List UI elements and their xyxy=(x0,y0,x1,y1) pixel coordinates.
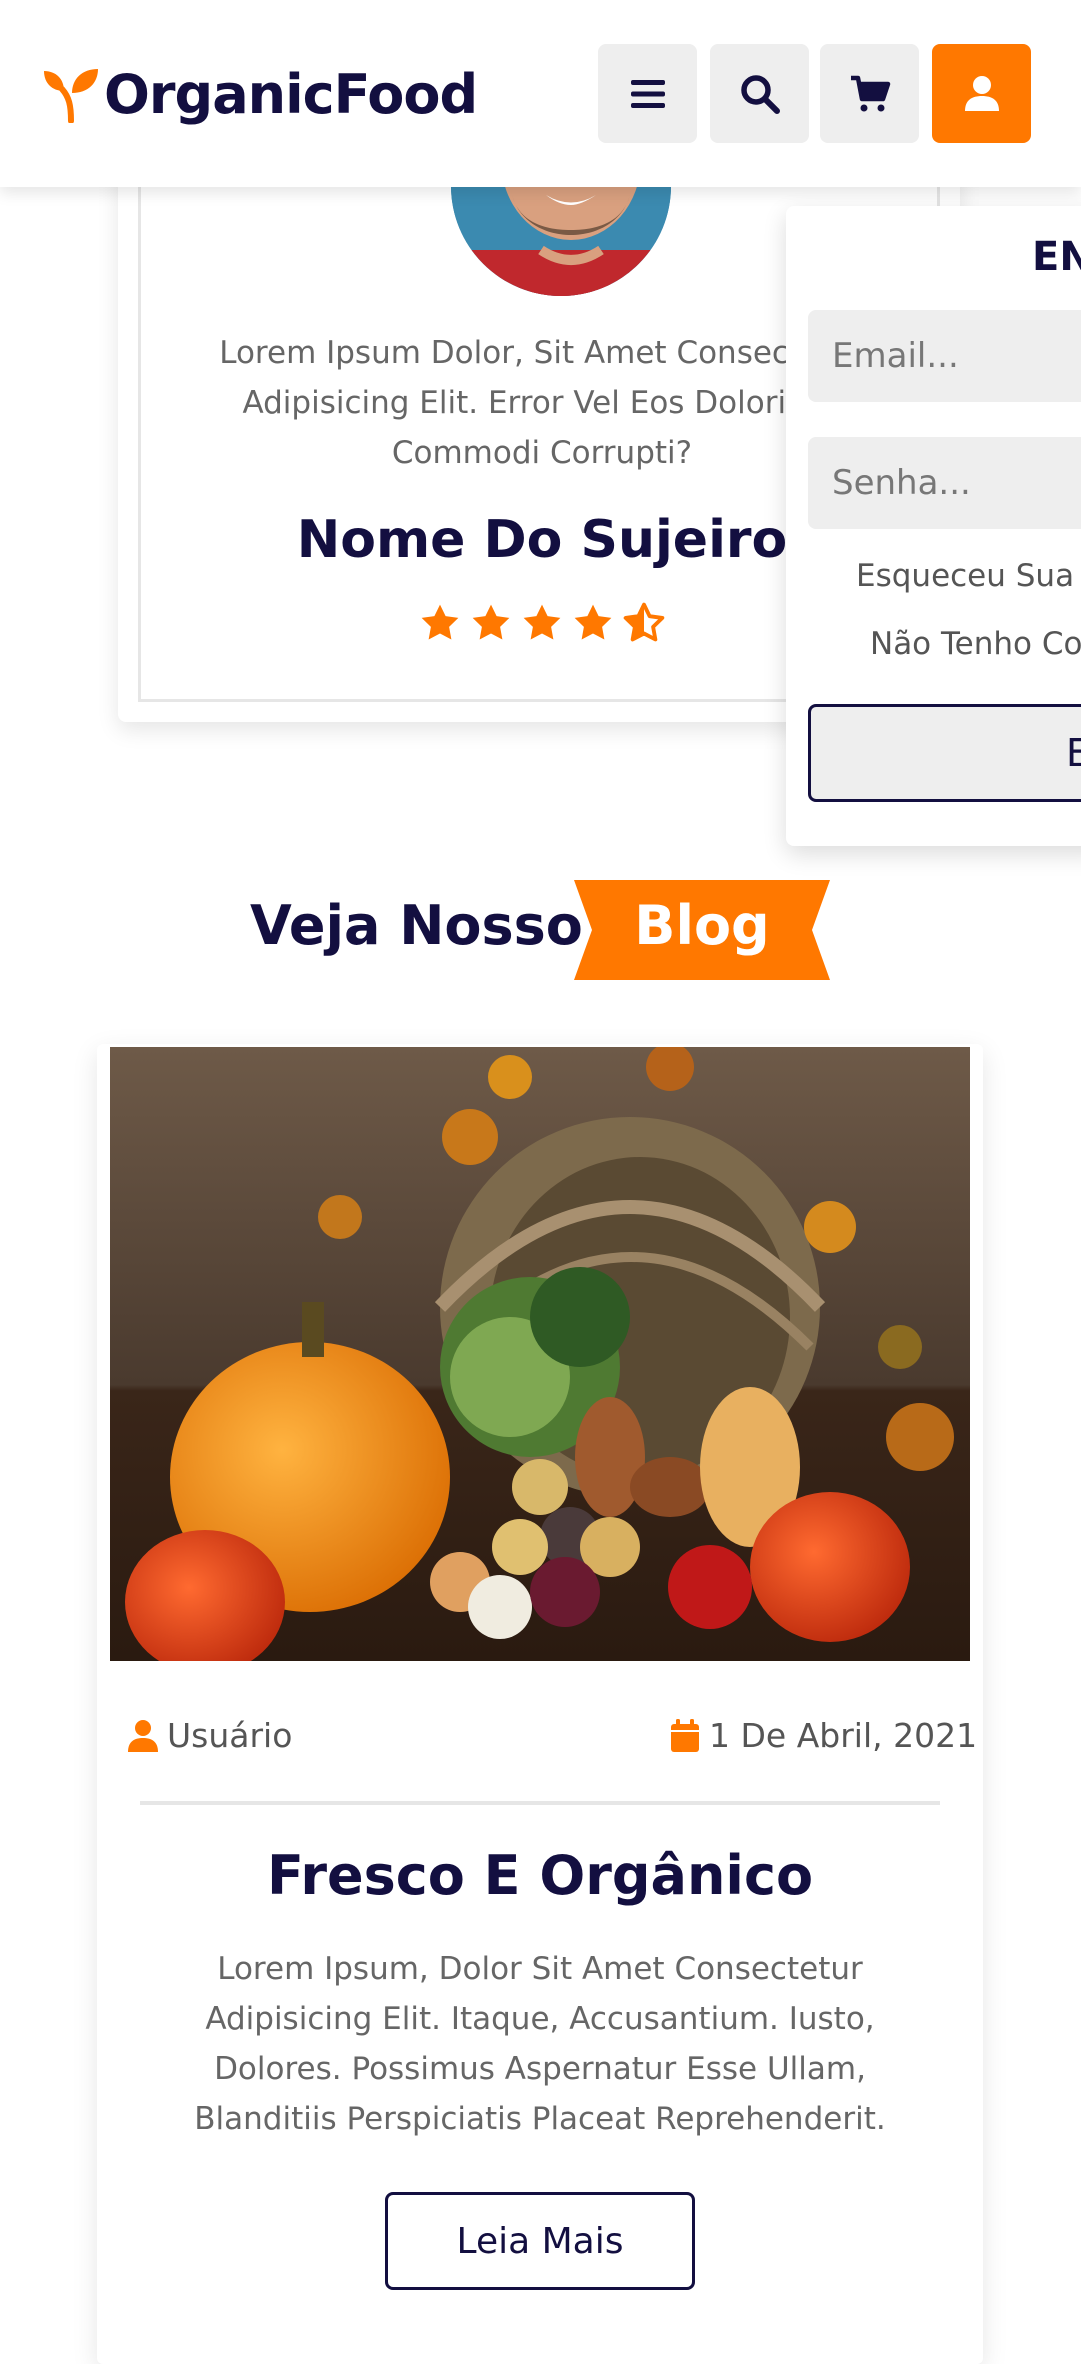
blog-heading: Veja Nosso Blog xyxy=(0,880,1081,980)
menu-icon xyxy=(630,79,665,108)
login-form: ENTRAR Esqueceu Sua Senha? Não Tenho Con… xyxy=(786,206,1081,846)
register-link[interactable]: Não Tenho Conta? xyxy=(870,626,1081,662)
blog-heading-text: Veja Nosso xyxy=(250,894,583,957)
cart-icon xyxy=(850,75,890,111)
post-date: 1 De Abril, 2021 xyxy=(669,1716,977,1755)
password-field[interactable] xyxy=(808,437,1081,529)
user-icon xyxy=(964,75,999,111)
blog-post-card: Usuário 1 De Abril, 2021 Fresco E Orgâni… xyxy=(97,1044,983,2364)
cart-button[interactable] xyxy=(820,44,919,143)
brand-name: OrganicFood xyxy=(104,62,478,126)
forgot-password-link[interactable]: Esqueceu Sua Senha? xyxy=(856,558,1081,594)
post-title: Fresco E Orgânico xyxy=(266,1844,814,1907)
star-icon xyxy=(523,604,561,640)
leaf-logo-icon xyxy=(44,69,98,123)
post-date-text: 1 De Abril, 2021 xyxy=(709,1716,978,1755)
star-icon xyxy=(472,604,510,640)
read-more-button[interactable]: Leia Mais xyxy=(385,2192,695,2290)
blog-ribbon-label: Blog xyxy=(634,894,770,957)
star-icon xyxy=(574,604,612,640)
search-button[interactable] xyxy=(710,44,809,143)
post-author-name: Usuário xyxy=(167,1716,293,1755)
search-icon xyxy=(740,74,780,114)
header: OrganicFood xyxy=(0,0,1081,187)
calendar-icon xyxy=(671,1718,699,1752)
email-field[interactable] xyxy=(808,310,1081,402)
star-half-icon xyxy=(623,602,665,642)
post-author: Usuário xyxy=(127,1716,292,1755)
menu-button[interactable] xyxy=(598,44,697,143)
login-title: ENTRAR xyxy=(1032,234,1081,280)
logo[interactable]: OrganicFood xyxy=(42,58,478,130)
divider xyxy=(140,1801,940,1805)
user-button[interactable] xyxy=(932,44,1031,143)
blog-post-image xyxy=(110,1047,970,1661)
user-icon xyxy=(128,1719,158,1752)
login-submit-button[interactable]: Entrar xyxy=(808,704,1081,802)
star-icon xyxy=(421,604,459,640)
post-excerpt: Lorem Ipsum, Dolor Sit Amet Consectetur … xyxy=(194,1951,886,2137)
blog-ribbon: Blog xyxy=(574,880,830,980)
